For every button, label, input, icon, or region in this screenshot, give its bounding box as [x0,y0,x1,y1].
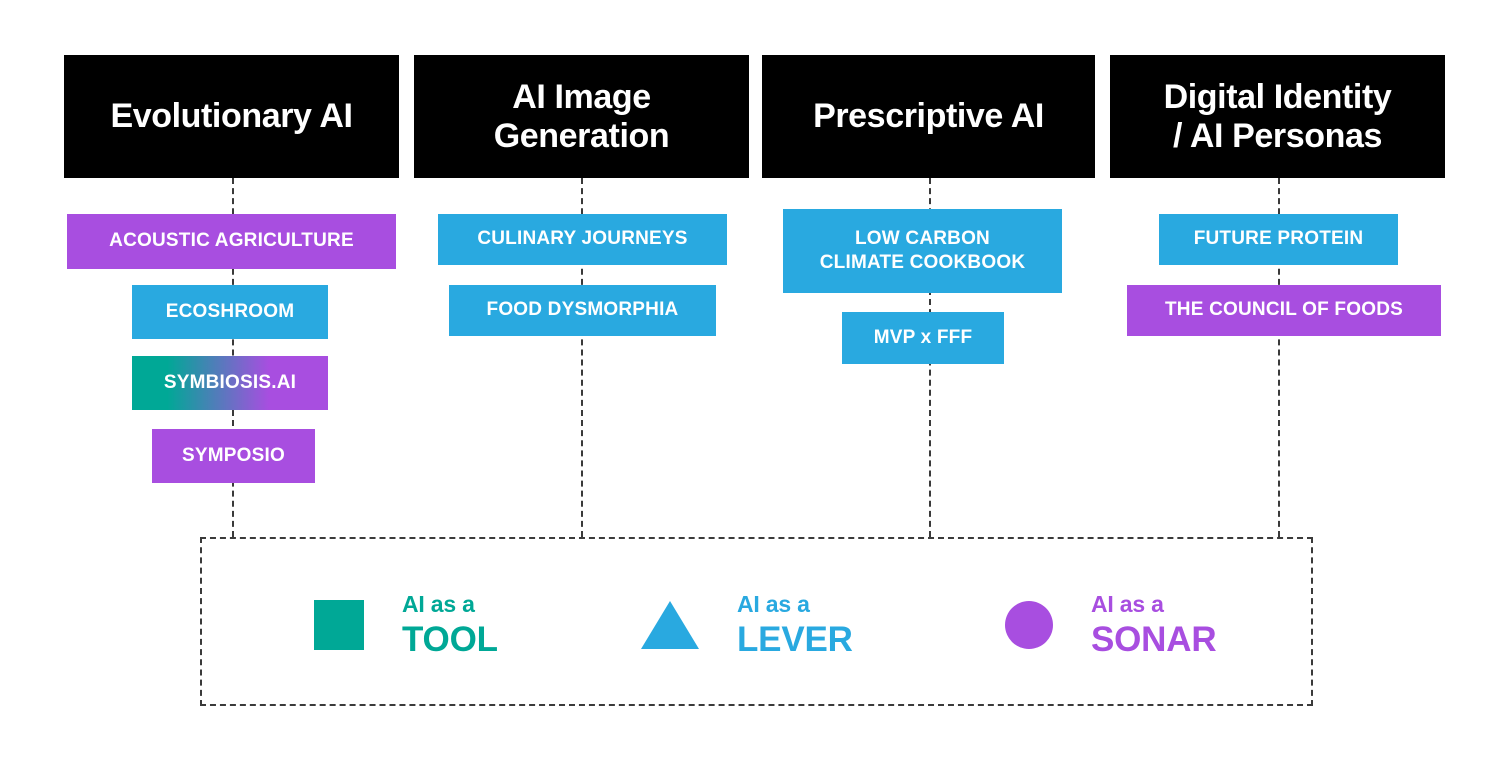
legend-item-label: AI as a TOOL [402,591,498,659]
project-box-future-protein[interactable]: FUTURE PROTEIN [1159,214,1398,265]
column-header-title: Digital Identity / AI Personas [1164,78,1392,154]
project-box-label: FUTURE PROTEIN [1193,228,1364,250]
diagram-canvas: Evolutionary AI ACOUSTIC AGRICULTURE ECO… [0,0,1500,764]
column-header-title-line1: Digital Identity [1163,78,1392,117]
project-box-symposio[interactable]: SYMPOSIO [152,429,315,483]
legend-panel: AI as a TOOL AI as a LEVER AI as a SONAR [200,537,1313,706]
legend-item-lever: AI as a LEVER [641,587,853,663]
legend-item-label: AI as a LEVER [737,591,853,659]
legend-item-prefix: AI as a [1091,591,1164,617]
project-box-label: THE COUNCIL OF FOODS [1165,299,1403,321]
column-header-evolutionary-ai: Evolutionary AI [64,55,399,178]
project-box-ecoshroom[interactable]: ECOSHROOM [132,285,328,339]
project-box-symbiosis-ai[interactable]: SYMBIOSIS.AI [132,356,328,410]
project-box-mvp-x-fff[interactable]: MVP x FFF [842,312,1004,364]
legend-item-term: TOOL [402,620,498,659]
column-header-title-line1: AI Image [512,78,651,117]
legend-item-label: AI as a SONAR [1091,591,1217,659]
project-box-the-council-of-foods[interactable]: THE COUNCIL OF FOODS [1127,285,1441,336]
project-box-culinary-journeys[interactable]: CULINARY JOURNEYS [438,214,727,265]
column-header-prescriptive-ai: Prescriptive AI [762,55,1095,178]
legend-item-prefix: AI as a [737,591,810,617]
legend-item-term: LEVER [737,620,853,659]
legend-item-prefix: AI as a [402,591,475,617]
project-box-label: SYMBIOSIS.AI [163,371,297,393]
column-header-ai-image-generation: AI Image Generation [414,55,749,178]
project-box-label: FOOD DYSMORPHIA [486,299,679,321]
project-box-label: LOW CARBON CLIMATE COOKBOOK [820,227,1026,276]
project-box-label: MVP x FFF [873,326,973,348]
project-box-label: ACOUSTIC AGRICULTURE [109,230,354,252]
project-box-label: SYMPOSIO [182,444,285,466]
project-box-label: CULINARY JOURNEYS [477,228,688,250]
legend-item-sonar: AI as a SONAR [1005,587,1217,663]
column-header-title: AI Image Generation [493,78,670,155]
project-box-food-dysmorphia[interactable]: FOOD DYSMORPHIA [449,285,716,336]
legend-item-term: SONAR [1091,620,1217,659]
project-box-label-line1: LOW CARBON [855,227,990,249]
square-icon [314,600,364,650]
project-box-label-line2: CLIMATE COOKBOOK [819,252,1026,273]
column-header-title-line2: / AI Personas [1173,116,1382,155]
column-header-title: Evolutionary AI [110,97,353,136]
column-header-digital-identity-ai-personas: Digital Identity / AI Personas [1110,55,1445,178]
project-box-low-carbon-climate-cookbook[interactable]: LOW CARBON CLIMATE COOKBOOK [783,209,1062,293]
project-box-label: ECOSHROOM [165,300,295,322]
circle-icon [1005,601,1053,649]
legend-item-tool: AI as a TOOL [314,587,498,663]
column-header-title: Prescriptive AI [813,97,1044,136]
project-box-acoustic-agriculture[interactable]: ACOUSTIC AGRICULTURE [67,214,396,269]
triangle-icon [641,601,699,649]
column-header-title-line2: Generation [493,116,670,155]
